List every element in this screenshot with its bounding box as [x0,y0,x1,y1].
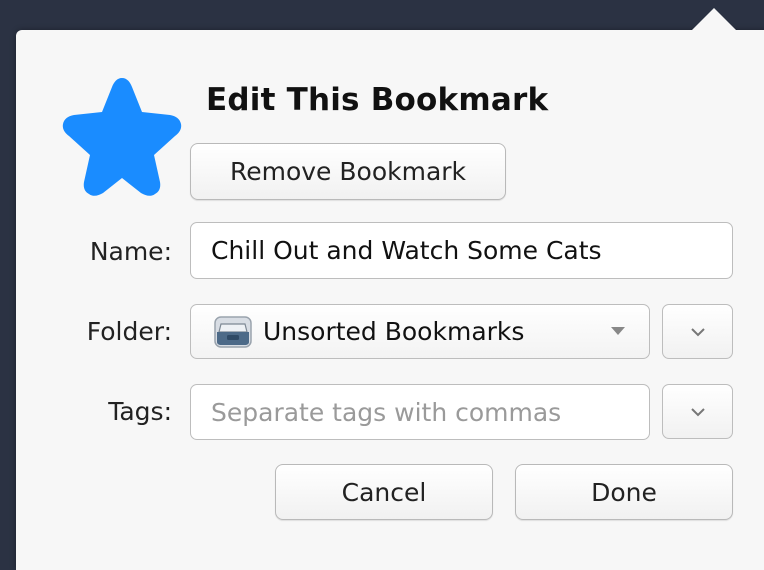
tags-input[interactable]: Separate tags with commas [190,384,650,440]
folder-expand-button[interactable] [662,304,733,359]
cancel-button[interactable]: Cancel [275,464,493,520]
tags-label: Tags: [108,397,172,426]
folder-select[interactable]: Unsorted Bookmarks [190,304,650,359]
dialog-title: Edit This Bookmark [206,82,549,118]
done-button[interactable]: Done [515,464,733,520]
star-icon [62,78,182,196]
panel-arrow [690,8,738,32]
name-input[interactable]: Chill Out and Watch Some Cats [190,222,733,279]
remove-bookmark-button[interactable]: Remove Bookmark [190,143,506,200]
chevron-down-icon [690,407,705,416]
folder-label: Folder: [86,317,172,346]
tags-expand-button[interactable] [662,384,733,439]
name-label: Name: [89,237,172,266]
caret-down-icon [611,327,625,335]
unsorted-bookmarks-icon [214,315,252,348]
chevron-down-icon [690,327,705,336]
folder-select-value: Unsorted Bookmarks [263,317,525,346]
